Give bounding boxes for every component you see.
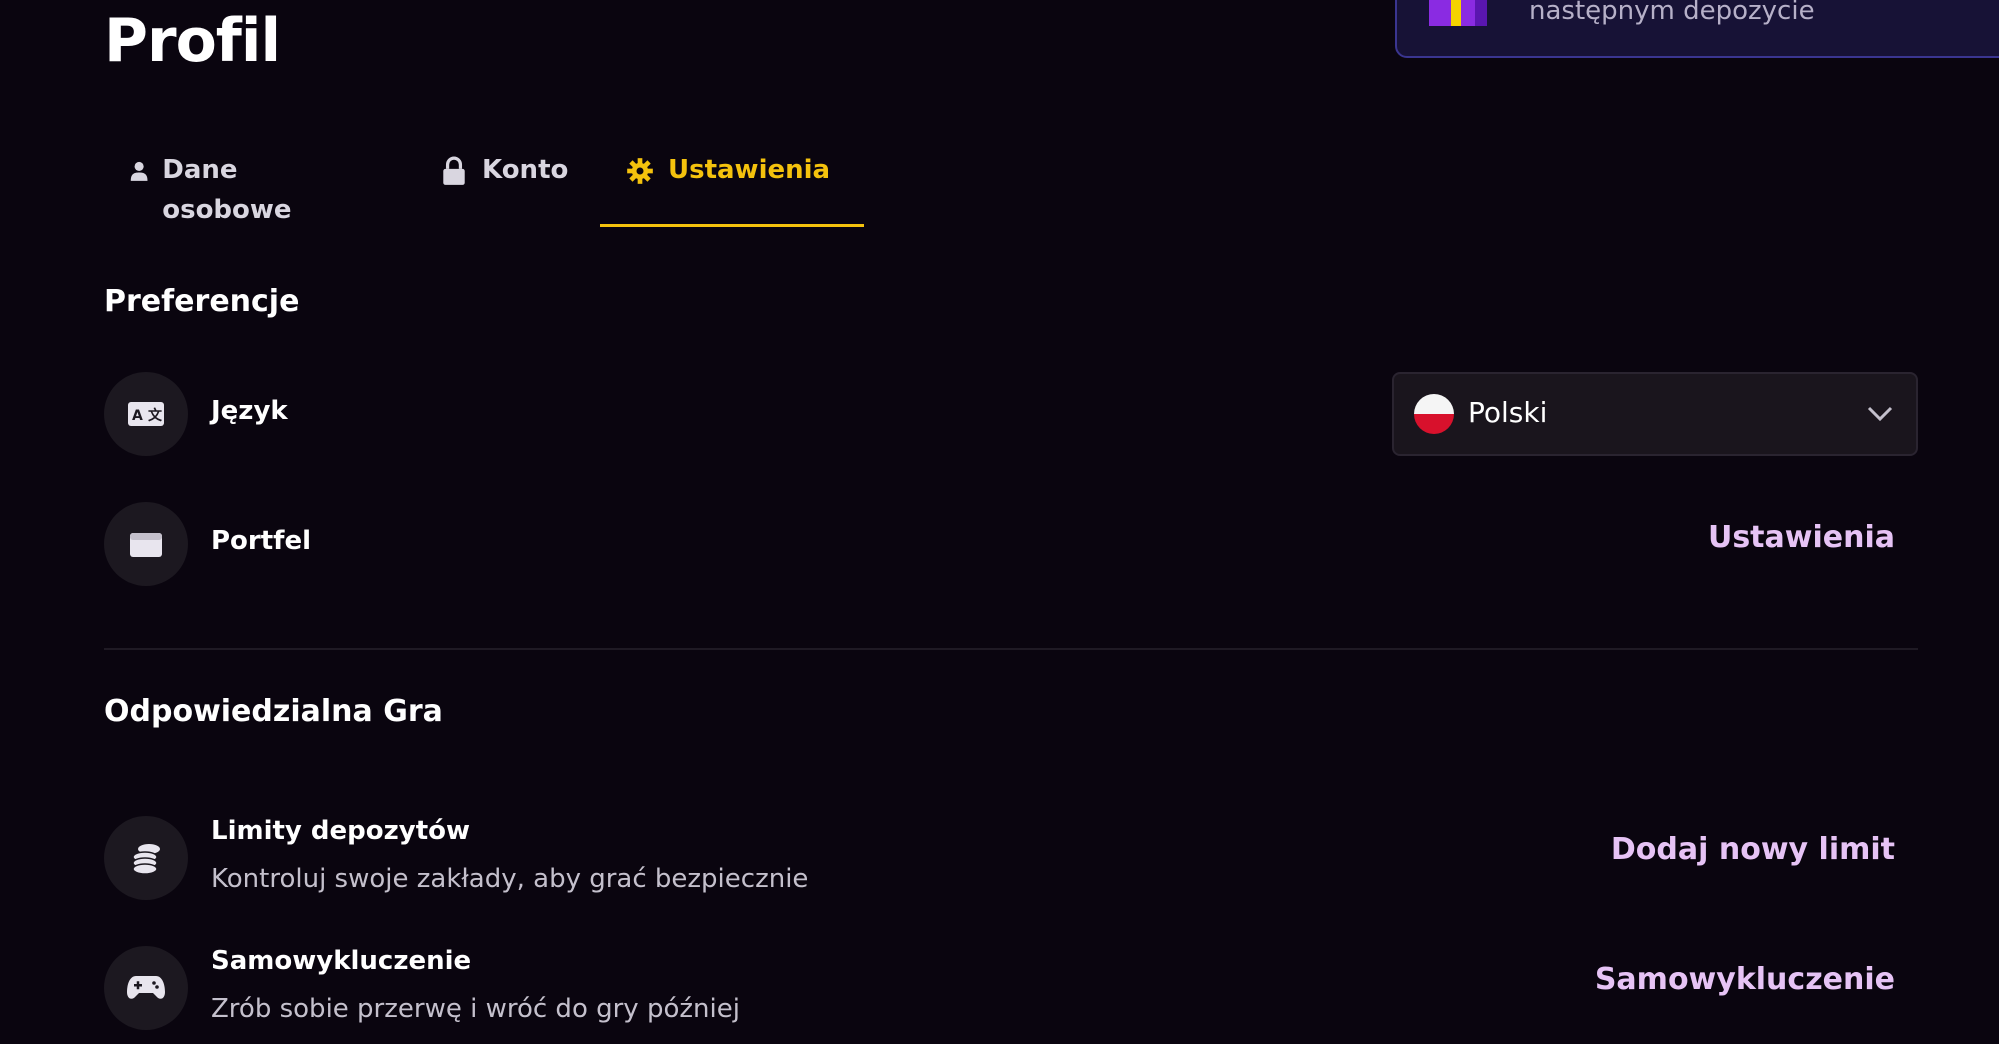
- self-exclusion-subtitle: Zrób sobie przerwę i wróć do gry później: [211, 994, 740, 1024]
- poland-flag-icon: [1414, 394, 1454, 434]
- gear-icon: [627, 158, 653, 184]
- user-icon: [130, 161, 148, 181]
- self-exclusion-title: Samowykluczenie: [211, 946, 472, 976]
- deposit-limits-title: Limity depozytów: [211, 816, 471, 846]
- self-exclusion-link[interactable]: Samowykluczenie: [1595, 962, 1895, 997]
- self-exclusion-icon-circle: [104, 946, 188, 1030]
- tab-label: Ustawienia: [668, 155, 831, 185]
- deposit-limits-icon-circle: [104, 816, 188, 900]
- wallet-settings-link[interactable]: Ustawienia: [1708, 520, 1895, 555]
- deposit-limits-subtitle: Kontroluj swoje zakłady, aby grać bezpie…: [211, 864, 809, 894]
- chevron-down-icon: [1867, 406, 1893, 422]
- wallet-icon: [130, 533, 162, 557]
- promo-card[interactable]: następnym depozycie: [1395, 0, 1999, 58]
- tab-personal-data[interactable]: Dane osobowe: [130, 150, 301, 228]
- language-icon: A 文: [128, 402, 164, 426]
- section-divider: [104, 648, 1918, 650]
- svg-text:A: A: [132, 408, 143, 424]
- gift-icon: [1429, 0, 1487, 26]
- wallet-icon-circle: [104, 502, 188, 586]
- promo-text: następnym depozycie: [1529, 0, 1815, 26]
- add-limit-link[interactable]: Dodaj nowy limit: [1611, 832, 1895, 867]
- tab-settings[interactable]: Ustawienia: [626, 150, 830, 228]
- page-title: Profil: [104, 6, 281, 76]
- active-tab-indicator: [600, 224, 864, 227]
- language-label: Język: [211, 396, 288, 426]
- tab-label: Konto: [482, 155, 569, 185]
- responsible-gaming-title: Odpowiedzialna Gra: [104, 694, 443, 729]
- language-icon-circle: A 文: [104, 372, 188, 456]
- tab-label: Dane osobowe: [162, 155, 292, 225]
- gamepad-icon: [127, 976, 165, 999]
- preferences-title: Preferencje: [104, 284, 300, 319]
- language-select-value: Polski: [1468, 396, 1548, 429]
- wallet-label: Portfel: [211, 526, 312, 556]
- svg-text:文: 文: [148, 407, 163, 424]
- language-select[interactable]: Polski: [1392, 372, 1918, 456]
- tab-account[interactable]: Konto: [440, 150, 568, 228]
- coins-icon: [132, 844, 160, 875]
- lock-icon: [443, 156, 465, 185]
